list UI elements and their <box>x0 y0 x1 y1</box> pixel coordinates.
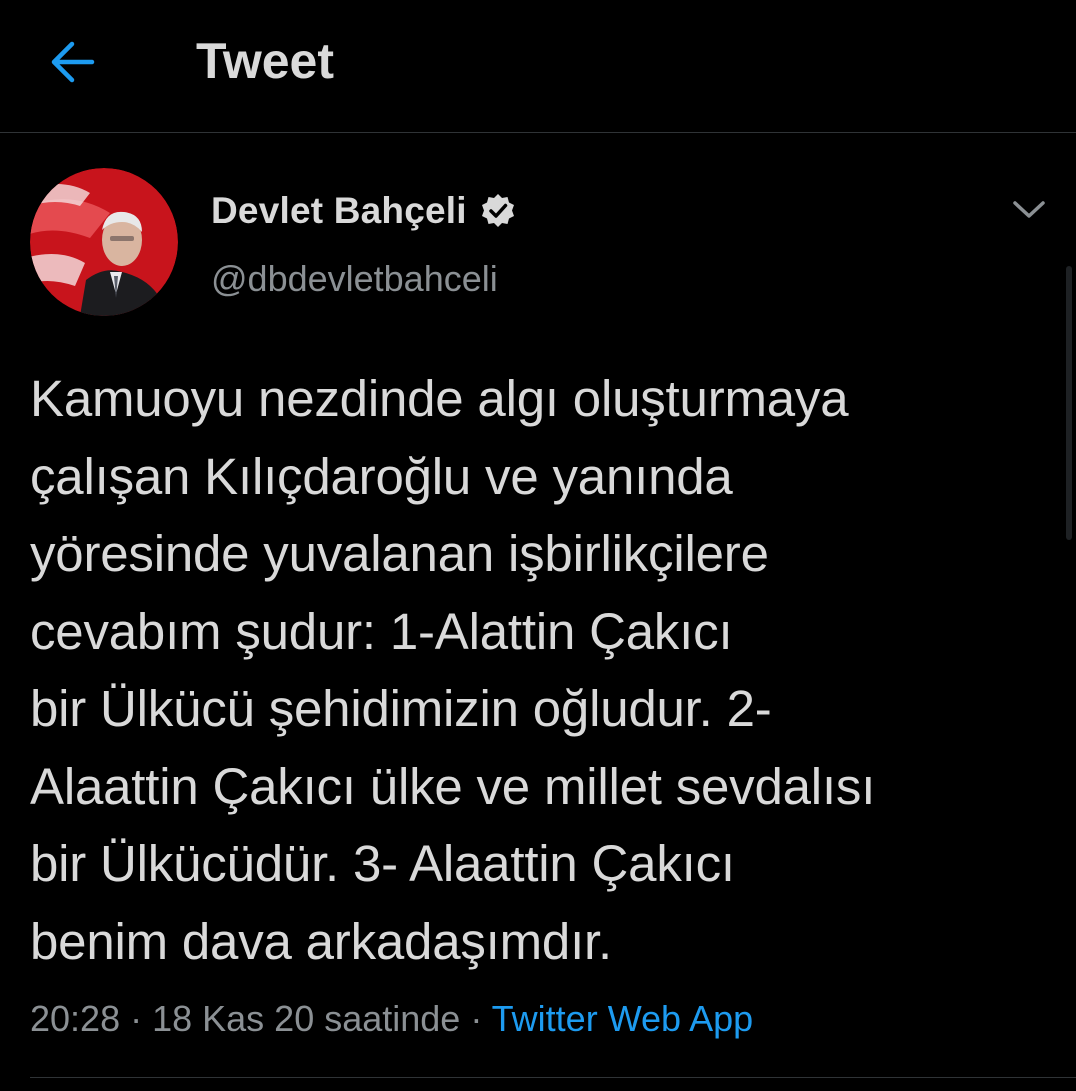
meta-separator: · <box>460 998 492 1039</box>
divider <box>30 1077 1076 1078</box>
tweet-date[interactable]: 18 Kas 20 saatinde <box>152 998 460 1039</box>
profile-photo <box>30 168 178 316</box>
avatar[interactable] <box>30 168 178 316</box>
back-button[interactable] <box>36 26 108 98</box>
page-title: Tweet <box>196 33 334 89</box>
top-bar: Tweet <box>0 0 1076 133</box>
tweet-source-link[interactable]: Twitter Web App <box>492 998 753 1039</box>
author-handle[interactable]: @dbdevletbahceli <box>211 255 498 303</box>
tweet-time[interactable]: 20:28 <box>30 998 120 1039</box>
author-name-row[interactable]: Devlet Bahçeli <box>211 186 517 236</box>
verified-badge-icon <box>479 192 517 230</box>
tweet-meta: 20:28 · 18 Kas 20 saatinde · Twitter Web… <box>30 994 753 1044</box>
author-name[interactable]: Devlet Bahçeli <box>211 190 467 232</box>
meta-separator: · <box>120 998 153 1039</box>
scrollbar[interactable] <box>1066 266 1072 540</box>
tweet-text: Kamuoyu nezdinde algı oluşturmaya çalışa… <box>30 370 876 970</box>
more-options-button[interactable] <box>1004 190 1054 230</box>
chevron-down-icon <box>1013 201 1045 218</box>
arrow-left-icon <box>51 41 95 83</box>
